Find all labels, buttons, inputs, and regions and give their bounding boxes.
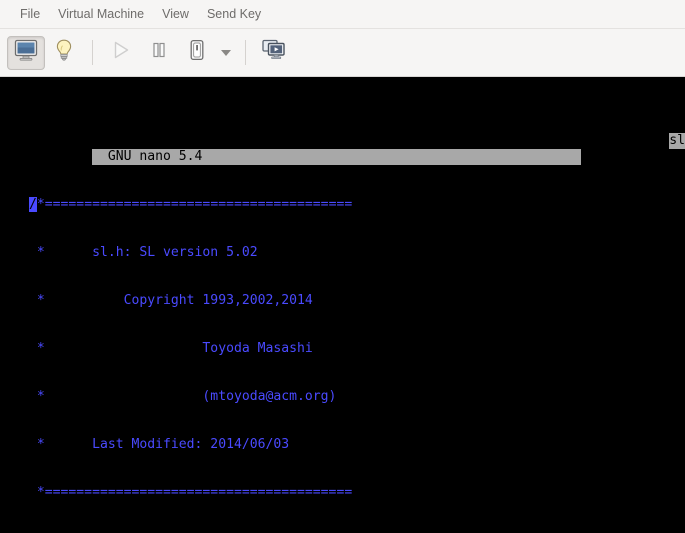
lightbulb-icon	[53, 38, 75, 67]
run-button[interactable]	[102, 36, 140, 70]
details-view-button[interactable]	[45, 36, 83, 70]
pause-icon	[148, 39, 170, 66]
nano-titlebar-filename: sl	[669, 133, 685, 149]
menubar: File Virtual Machine View Send Key	[0, 0, 685, 29]
console-view-button[interactable]	[7, 36, 45, 70]
toolbar-separator-1	[92, 40, 93, 65]
menu-virtual-machine[interactable]: Virtual Machine	[49, 4, 153, 25]
code-line-3: * Copyright 1993,2002,2014	[0, 293, 685, 309]
monitor-icon	[14, 39, 38, 66]
code-line-4: * Toyoda Masashi	[0, 341, 685, 357]
shutdown-dropdown[interactable]	[216, 36, 236, 70]
fullscreen-button[interactable]	[255, 36, 293, 70]
code-line-7: *=======================================	[0, 485, 685, 501]
toolbar	[0, 29, 685, 77]
vm-console-display[interactable]: GNU nano 5.4 sl /*======================…	[0, 77, 685, 533]
menu-send-key[interactable]: Send Key	[198, 4, 270, 25]
menu-file[interactable]: File	[11, 4, 49, 25]
menu-view[interactable]: View	[153, 4, 198, 25]
terminal-screen: GNU nano 5.4 sl /*======================…	[0, 85, 685, 533]
nano-titlebar-row: GNU nano 5.4 sl	[0, 133, 685, 149]
code-line-6: * Last Modified: 2014/06/03	[0, 437, 685, 453]
chevron-down-icon	[221, 50, 231, 56]
toolbar-separator-2	[245, 40, 246, 65]
code-line-5: * (mtoyoda@acm.org)	[0, 389, 685, 405]
code-line-2: * sl.h: SL version 5.02	[0, 245, 685, 261]
text-cursor: /	[29, 197, 37, 212]
play-icon	[110, 39, 132, 66]
shutdown-button[interactable]	[178, 36, 216, 70]
nano-titlebar: GNU nano 5.4	[92, 149, 581, 165]
code-line-1: /*======================================…	[0, 197, 685, 213]
power-icon	[186, 38, 208, 67]
vm-console-window: File Virtual Machine View Send Key	[0, 0, 685, 533]
pause-button[interactable]	[140, 36, 178, 70]
screens-icon	[261, 38, 287, 67]
